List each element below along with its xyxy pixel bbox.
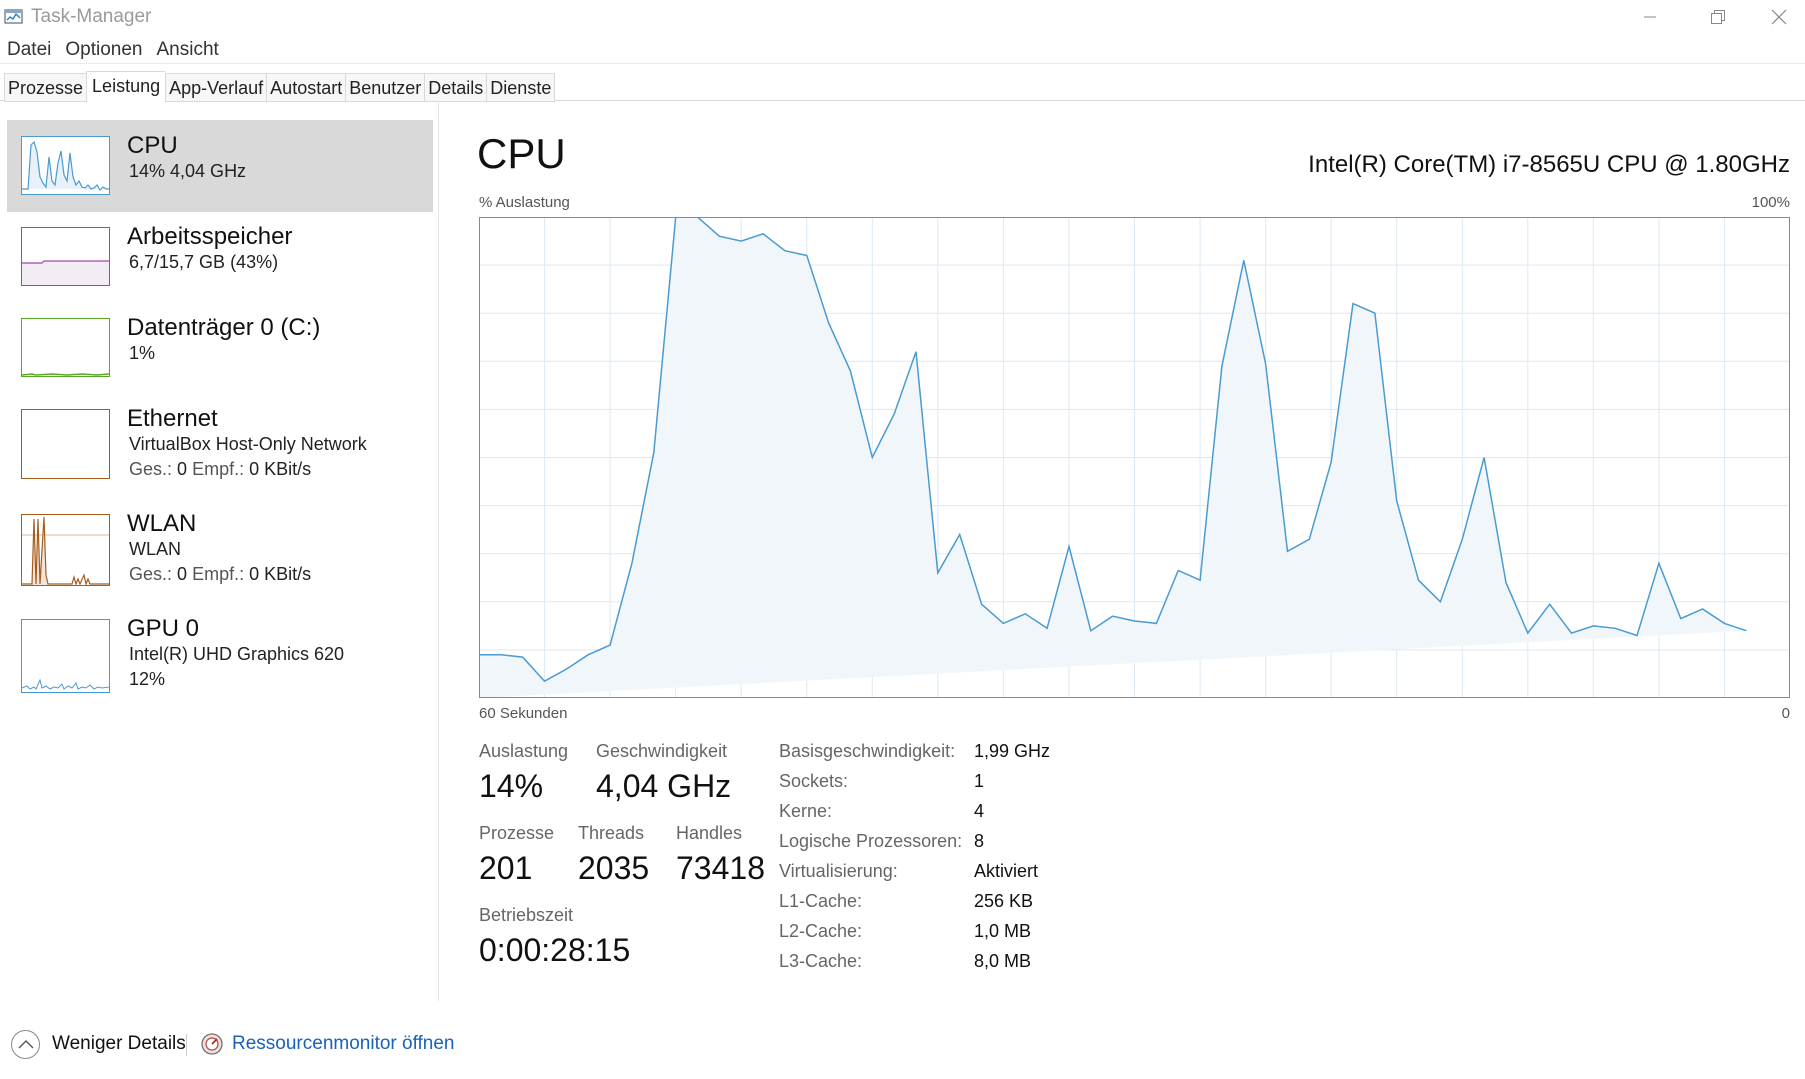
tab-autostart[interactable]: Autostart (266, 73, 346, 102)
cpu-model: Intel(R) Core(TM) i7-8565U CPU @ 1.80GHz (1308, 151, 1790, 178)
cpu-usage-graph (479, 216, 1790, 698)
spec-l1-cache-key: L1-Cache: (779, 891, 863, 911)
resource-sidebar: CPU 14% 4,04 GHz Arbeitsspeicher 6,7/15,… (0, 101, 438, 1001)
spec-kerne-value: 4 (974, 801, 985, 821)
menu-optionen[interactable]: Optionen (58, 37, 149, 65)
graph-x-left: 60 Sekunden (479, 705, 568, 722)
gpu-sparkline (22, 678, 109, 690)
sidebar-cpu-name: CPU (127, 132, 178, 159)
cpu-thumbnail (21, 136, 110, 195)
sidebar-item-wlan[interactable]: WLAN WLAN Ges.: 0 Empf.: 0 KBit/s (7, 498, 433, 603)
title-bar: Task-Manager (0, 0, 1805, 36)
sidebar-gpu-usage: 12% (129, 669, 166, 689)
spec-l3-cache-value: 8,0 MB (974, 951, 1032, 971)
close-button[interactable] (1752, 0, 1805, 34)
sidebar-ethernet-throughput: Ges.: 0 Empf.: 0 KBit/s (129, 459, 312, 479)
tab-bar: Prozesse Leistung App-Verlauf Autostart … (4, 71, 556, 103)
stat-uptime-value: 0:00:28:15 (479, 932, 631, 968)
window-title: Task-Manager (31, 6, 152, 27)
sidebar-wlan-name: WLAN (127, 510, 197, 537)
stat-threads-label: Threads (578, 823, 645, 843)
graph-x-right: 0 (1781, 705, 1790, 722)
spec-logische-prozessoren-value: 8 (974, 831, 985, 851)
menu-datei[interactable]: Datei (0, 37, 58, 65)
sidebar-item-gpu[interactable]: GPU 0 Intel(R) UHD Graphics 620 12% (7, 603, 433, 708)
close-icon (1771, 9, 1786, 25)
sidebar-ethernet-adapter: VirtualBox Host-Only Network (129, 434, 367, 454)
graph-y-max: 100% (1751, 194, 1790, 211)
chevron-up-icon (18, 1040, 34, 1049)
memory-thumbnail (21, 227, 110, 286)
sidebar-memory-usage: 6,7/15,7 GB (43%) (129, 252, 279, 272)
wlan-sparkline (22, 516, 109, 585)
stat-handles-label: Handles (676, 823, 743, 843)
disk-thumbnail (21, 318, 110, 377)
menu-ansicht[interactable]: Ansicht (149, 37, 225, 65)
stat-uptime-label: Betriebszeit (479, 905, 574, 925)
sidebar-wlan-adapter: WLAN (129, 539, 182, 559)
disk-sparkline (22, 373, 109, 376)
resource-monitor-icon[interactable] (200, 1032, 224, 1056)
spec-l2-cache-value: 1,0 MB (974, 921, 1032, 941)
task-manager-icon (4, 9, 23, 24)
stat-prozesse-value: 201 (479, 850, 533, 886)
spec-basisgeschwindigkeit-key: Basisgeschwindigkeit: (779, 741, 956, 761)
tab-leistung[interactable]: Leistung (86, 71, 166, 103)
sidebar-memory-name: Arbeitsspeicher (127, 223, 293, 250)
sidebar-ethernet-name: Ethernet (127, 405, 218, 432)
minimize-button[interactable] (1616, 0, 1684, 34)
cpu-usage-chart (479, 216, 1790, 698)
sidebar-gpu-model: Intel(R) UHD Graphics 620 (129, 644, 345, 664)
tab-dienste[interactable]: Dienste (486, 73, 556, 102)
restore-icon (1711, 10, 1725, 24)
wlan-thumbnail (21, 514, 110, 586)
spec-sockets-key: Sockets: (779, 771, 849, 791)
stat-handles-value: 73418 (676, 850, 765, 886)
memory-sparkline (22, 260, 109, 285)
page-title: CPU (477, 130, 566, 177)
stat-auslastung-label: Auslastung (479, 741, 569, 761)
stat-prozesse-label: Prozesse (479, 823, 555, 843)
stat-speed-label: Geschwindigkeit (596, 741, 728, 761)
spec-l1-cache-value: 256 KB (974, 891, 1034, 911)
sidebar-item-memory[interactable]: Arbeitsspeicher 6,7/15,7 GB (43%) (7, 211, 433, 303)
spec-virtualisierung-key: Virtualisierung: (779, 861, 898, 881)
graph-y-label: % Auslastung (479, 194, 570, 211)
tab-prozesse[interactable]: Prozesse (4, 73, 87, 102)
sidebar-disk-usage: 1% (129, 343, 156, 363)
restore-button[interactable] (1684, 0, 1752, 34)
spec-logische-prozessoren-key: Logische Prozessoren: (779, 831, 963, 851)
sidebar-cpu-usage: 14% 4,04 GHz (129, 161, 247, 181)
resource-monitor-link[interactable]: Ressourcenmonitor öffnen (232, 1033, 455, 1055)
stat-speed-value: 4,04 GHz (596, 768, 732, 804)
fewer-details-button[interactable]: Weniger Details (52, 1033, 186, 1055)
stat-threads-value: 2035 (578, 850, 650, 886)
fewer-details-toggle[interactable] (11, 1030, 40, 1059)
minimize-icon (1644, 16, 1656, 18)
menu-divider (0, 63, 1805, 64)
spec-kerne-key: Kerne: (779, 801, 833, 821)
cpu-sparkline (22, 140, 109, 191)
sidebar-wlan-throughput: Ges.: 0 Empf.: 0 KBit/s (129, 564, 312, 584)
gpu-thumbnail (21, 619, 110, 693)
tab-app-verlauf[interactable]: App-Verlauf (165, 73, 267, 102)
tab-details[interactable]: Details (424, 73, 487, 102)
spec-l2-cache-key: L2-Cache: (779, 921, 863, 941)
spec-sockets-value: 1 (974, 771, 985, 791)
menu-bar: Datei Optionen Ansicht (0, 37, 226, 65)
stat-auslastung-value: 14% (479, 768, 544, 804)
sidebar-item-ethernet[interactable]: Ethernet VirtualBox Host-Only Network Ge… (7, 393, 433, 498)
sidebar-gpu-name: GPU 0 (127, 615, 200, 642)
footer-separator (186, 1034, 187, 1056)
tab-benutzer[interactable]: Benutzer (345, 73, 425, 102)
sidebar-item-disk[interactable]: Datenträger 0 (C:) 1% (7, 302, 433, 394)
spec-virtualisierung-value: Aktiviert (974, 861, 1039, 881)
sidebar-disk-name: Datenträger 0 (C:) (127, 314, 321, 341)
sidebar-item-cpu[interactable]: CPU 14% 4,04 GHz (7, 120, 433, 212)
spec-basisgeschwindigkeit-value: 1,99 GHz (974, 741, 1051, 761)
ethernet-thumbnail (21, 409, 110, 479)
sidebar-divider (438, 101, 439, 1001)
spec-l3-cache-key: L3-Cache: (779, 951, 863, 971)
